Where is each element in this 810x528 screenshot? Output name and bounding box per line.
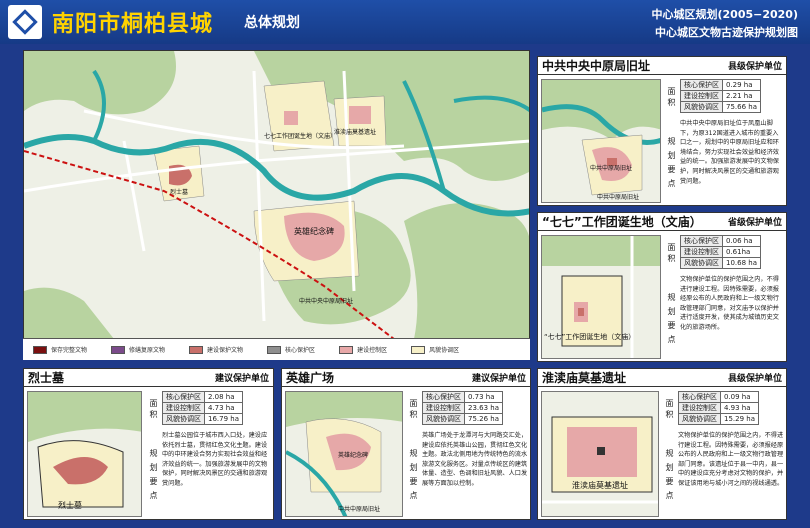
area-table: 核心保护区 0.73 ha 建设控制区 23.63 ha 风貌协调区 75.26 ha — [422, 391, 503, 425]
description: 中共中央中原局旧址位于凤凰山脚下，为原312国道进入城市的重要入口之一，规划中的… — [680, 120, 779, 185]
zone-area: 2.21 ha — [722, 90, 761, 102]
zone-area: 4.73 ha — [204, 402, 243, 414]
area-table: 核心保护区 0.09 ha 建设控制区 4.93 ha 风貌协调区 15.29 ha — [678, 391, 759, 425]
key-points-label: 规划要点 — [667, 137, 676, 193]
legend-item: 建设控制区 — [339, 345, 387, 354]
description: 烈士墓公园位于城市西入口处，建设应依托烈士墓，贯彻红色文化主题。建设中的中环建设… — [162, 432, 268, 487]
zone-area: 0.06 ha — [722, 235, 761, 247]
protection-level: 建议保护单位 — [214, 374, 269, 384]
site-map-yingxiong: 英雄纪念碑 中共中原局旧址 — [285, 391, 403, 517]
panel-yingxiong: 英雄广场 建议保护单位 英雄纪念碑 中共中原局旧址 面积 核心保护区 0.73 ha… — [281, 368, 531, 520]
panel-wenmiao: “七七”工作团诞生地（文庙） 省级保护单位 “七七”工作团诞生地（文庙） 面积 核… — [537, 212, 787, 362]
key-points-label: 规划要点 — [667, 293, 676, 349]
zone-area: 0.29 ha — [722, 79, 761, 91]
panel-title: 烈士墓 — [28, 371, 65, 385]
legend-item: 建设保护文物 — [189, 345, 243, 354]
zone-name: 建设控制区 — [680, 246, 723, 258]
site-map-zhongyuan: 中共中原局旧址 中共中原局旧址 — [541, 79, 661, 203]
panel-title: 英雄广场 — [286, 371, 335, 385]
map-label-yingxiong: 英雄纪念碑 — [294, 227, 334, 236]
site-map-wenmiao: “七七”工作团诞生地（文庙） — [541, 235, 661, 359]
legend-swatch — [411, 345, 426, 354]
legend-swatch — [267, 345, 282, 354]
map-label-lieshi: 烈士墓 — [170, 189, 189, 196]
area-label: 面积 — [667, 87, 676, 109]
map-label-zhongyuan: 中共中央中原局旧址 — [299, 298, 354, 305]
area-label: 面积 — [667, 243, 676, 265]
zone-name: 核心保护区 — [680, 235, 723, 247]
legend-swatch — [339, 345, 354, 354]
legend-item: 修缮复原文物 — [111, 345, 165, 354]
panel-title: 中共中央中原局旧址 — [542, 59, 651, 73]
zone-name: 建设控制区 — [162, 402, 205, 414]
panel-lieshi: 烈士墓 建议保护单位 烈士墓 面积 核心保护区 2.08 ha 建设控制区 4.73 … — [23, 368, 274, 520]
zone-name: 风貌协调区 — [680, 101, 723, 113]
legend-item: 核心保护区 — [267, 345, 315, 354]
panel-title: 淮渎庙莫基遗址 — [542, 371, 627, 385]
zone-name: 核心保护区 — [680, 79, 723, 91]
legend-item: 保存完整文物 — [33, 345, 87, 354]
area-label: 面积 — [665, 399, 674, 421]
zone-area: 0.73 ha — [464, 391, 503, 403]
zone-name: 建设控制区 — [680, 90, 723, 102]
page-subtitle: 总体规划 — [244, 15, 300, 31]
key-points-label: 规划要点 — [149, 449, 158, 505]
legend-item: 风貌协调区 — [411, 345, 459, 354]
map-canvas — [24, 51, 529, 340]
zone-area: 15.29 ha — [720, 413, 759, 425]
map-label-huaidu: 淮渎庙莫基遗址 — [334, 129, 377, 136]
zone-area: 4.93 ha — [720, 402, 759, 414]
area-label: 面积 — [409, 399, 418, 421]
legend-swatch — [111, 345, 126, 354]
description: 英雄广场处于龙潭河与大同路交汇处，建设应依托英雄山公园，贯彻红色文化主题。政法北… — [422, 432, 528, 487]
zone-name: 核心保护区 — [162, 391, 205, 403]
area-table: 核心保护区 0.29 ha 建设控制区 2.21 ha 风貌协调区 75.66 ha — [680, 79, 761, 113]
drawing-name: 中心城区文物古迹保护规划图 — [655, 26, 798, 39]
zone-name: 核心保护区 — [422, 391, 465, 403]
zone-area: 16.79 ha — [204, 413, 243, 425]
zone-area: 2.08 ha — [204, 391, 243, 403]
zone-name: 核心保护区 — [678, 391, 721, 403]
zone-name: 建设控制区 — [422, 402, 465, 414]
zone-area: 0.61ha — [722, 246, 761, 258]
protection-level: 省级保护单位 — [727, 218, 782, 228]
zone-name: 建设控制区 — [678, 402, 721, 414]
key-points-label: 规划要点 — [665, 449, 674, 505]
zone-area: 23.63 ha — [464, 402, 503, 414]
protection-level: 建议保护单位 — [471, 374, 526, 384]
description: 文物保护单位的保护范围之内，不得进行建设工程。因特殊需要，必须报经原公布的人民政… — [680, 276, 779, 331]
area-table: 核心保护区 2.08 ha 建设控制区 4.73 ha 风貌协调区 16.79 ha — [162, 391, 243, 425]
zone-name: 风貌协调区 — [680, 257, 723, 269]
plan-period: 中心城区规划(2005−2020) — [651, 8, 798, 21]
legend-swatch — [33, 345, 47, 354]
zone-area: 10.68 ha — [722, 257, 761, 269]
panel-title: “七七”工作团诞生地（文庙） — [542, 215, 702, 229]
map-label-wenmiao: 七七工作团诞生地（文庙） — [264, 133, 337, 140]
logo-icon — [8, 5, 42, 39]
protection-level: 县级保护单位 — [727, 62, 782, 72]
zone-area: 0.09 ha — [720, 391, 759, 403]
zone-area: 75.26 ha — [464, 413, 503, 425]
description: 文物保护单位的保护范围之内，不得进行建设工程。因特殊需要，必须报经原公布的人民政… — [678, 432, 784, 487]
legend-swatch — [189, 345, 204, 354]
map-legend: 保存完整文物 修缮复原文物 建设保护文物 核心保护区 建设控制区 风貌协调区 — [23, 338, 530, 360]
area-label: 面积 — [149, 399, 158, 421]
page-title: 南阳市桐柏县城 — [52, 12, 214, 37]
area-table: 核心保护区 0.06 ha 建设控制区 0.61ha 风貌协调区 10.68 ha — [680, 235, 761, 269]
key-points-label: 规划要点 — [409, 449, 418, 505]
zone-area: 75.66 ha — [722, 101, 761, 113]
site-map-huaidu: 淮渎庙莫基遗址 — [541, 391, 659, 517]
panel-zhongyuan: 中共中央中原局旧址 县级保护单位 中共中原局旧址 中共中原局旧址 面积 核心保护区… — [537, 56, 787, 206]
zone-name: 风貌协调区 — [678, 413, 721, 425]
protection-level: 县级保护单位 — [727, 374, 782, 384]
panel-huaidu: 淮渎庙莫基遗址 县级保护单位 淮渎庙莫基遗址 面积 核心保护区 0.09 ha 建设… — [537, 368, 787, 520]
zone-name: 风貌协调区 — [162, 413, 205, 425]
zone-name: 风貌协调区 — [422, 413, 465, 425]
main-map[interactable]: 七七工作团诞生地（文庙） 淮渎庙莫基遗址 烈士墓 英雄纪念碑 中共中央中原局旧址 — [23, 50, 530, 360]
site-map-lieshi: 烈士墓 — [27, 391, 142, 517]
